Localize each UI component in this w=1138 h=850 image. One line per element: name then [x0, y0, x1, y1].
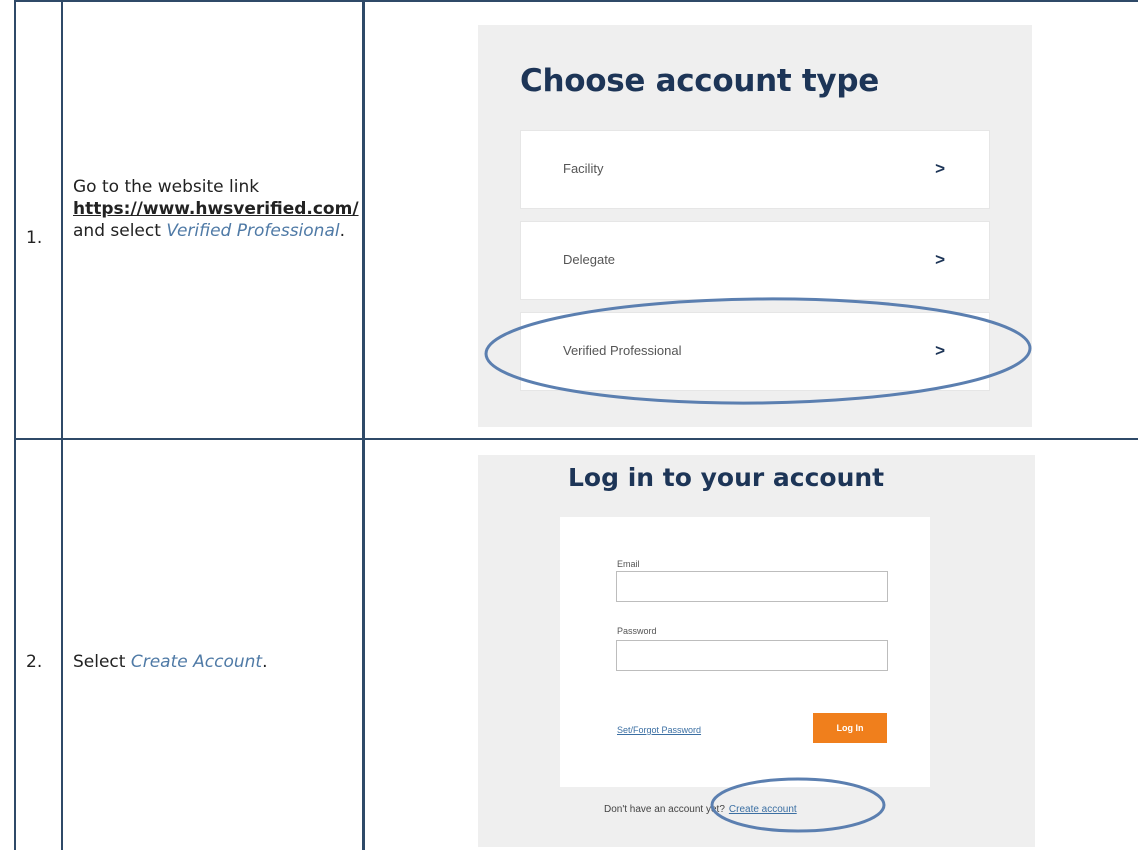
step-text: . [262, 652, 268, 672]
table-border-top [14, 0, 1138, 2]
account-option-facility[interactable]: Facility > [520, 130, 990, 209]
step-instruction: Select Create Account. [73, 651, 358, 673]
option-label: Delegate [563, 252, 616, 267]
account-option-verified-professional[interactable]: Verified Professional > [520, 312, 990, 391]
table-border-left [14, 0, 16, 850]
website-link[interactable]: https://www.hwsverified.com/ [73, 199, 359, 219]
password-field[interactable] [616, 640, 888, 671]
step-emphasis: Verified Professional [166, 221, 340, 241]
signup-text: Don't have an account yet? [604, 804, 725, 815]
account-option-delegate[interactable]: Delegate > [520, 221, 990, 300]
table-col-divider [362, 0, 365, 850]
step-instruction: Go to the website link https://www.hwsve… [73, 176, 359, 242]
table-row-divider [14, 438, 1138, 440]
account-type-screenshot: Choose account type Facility > Delegate … [478, 25, 1032, 427]
login-screenshot: Log in to your account Email Password Se… [478, 455, 1035, 847]
step-text: Go to the website link [73, 177, 260, 197]
step-number: 2. [26, 652, 43, 672]
create-account-link[interactable]: Create account [729, 804, 797, 815]
page-title: Log in to your account [568, 463, 885, 492]
step-emphasis: Create Account [130, 652, 263, 672]
password-label: Password [617, 626, 657, 636]
login-button[interactable]: Log In [813, 713, 887, 743]
email-field[interactable] [616, 571, 888, 602]
option-label: Facility [563, 161, 604, 176]
signup-prompt: Don't have an account yet? Create account [604, 804, 797, 815]
option-label: Verified Professional [563, 343, 682, 358]
chevron-right-icon: > [935, 341, 945, 360]
chevron-right-icon: > [935, 159, 945, 178]
email-label: Email [617, 559, 640, 569]
page-title: Choose account type [520, 63, 879, 99]
step-text: Select [73, 652, 131, 672]
table-col-divider [61, 0, 63, 850]
step-text: . [339, 221, 345, 241]
chevron-right-icon: > [935, 250, 945, 269]
forgot-password-link[interactable]: Set/Forgot Password [617, 725, 701, 735]
step-number: 1. [26, 228, 43, 248]
step-text: and select [73, 221, 167, 241]
login-card: Email Password Set/Forgot Password Log I… [560, 517, 930, 787]
